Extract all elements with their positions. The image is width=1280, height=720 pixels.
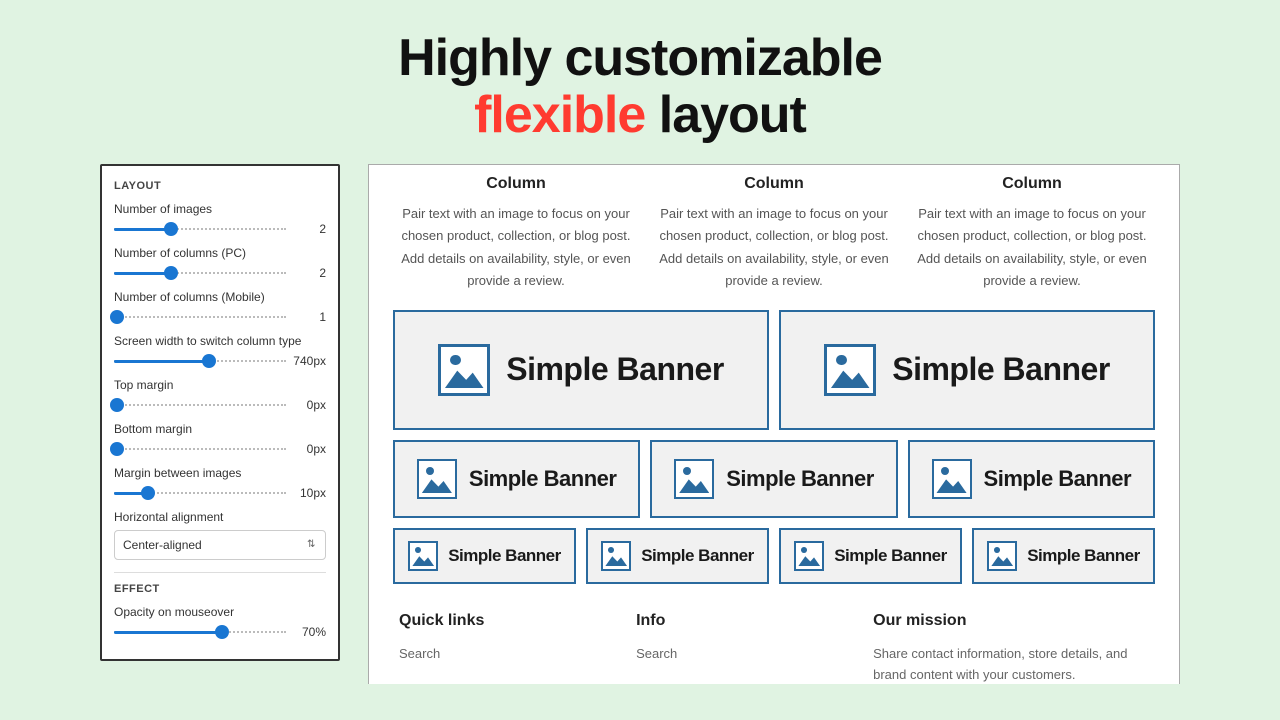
footer-heading: Info xyxy=(636,612,833,630)
banner-label: Simple Banner xyxy=(641,546,754,566)
control-image-margin: Margin between images 10px xyxy=(114,466,326,500)
banner-item[interactable]: Simple Banner xyxy=(393,310,769,430)
banner-grid: Simple Banner Simple Banner Simple Banne… xyxy=(369,292,1179,584)
hero-line1: Highly customizable xyxy=(398,29,882,87)
hero-heading: Highly customizable flexible layout xyxy=(0,30,1280,144)
column-heading: Column xyxy=(651,175,897,193)
column-body: Pair text with an image to focus on your… xyxy=(393,203,639,291)
image-placeholder-icon xyxy=(824,344,876,396)
hero-line2-rest: layout xyxy=(645,86,806,144)
image-placeholder-icon xyxy=(674,459,714,499)
footer-heading: Our mission xyxy=(873,612,1149,630)
value-cols-mobile: 1 xyxy=(292,310,326,324)
slider-num-images[interactable] xyxy=(114,222,286,236)
preview-pane: Column Pair text with an image to focus … xyxy=(368,164,1180,684)
preview-footer: Quick links Search Info Search Our missi… xyxy=(369,594,1179,685)
value-num-images: 2 xyxy=(292,222,326,236)
value-bottom-margin: 0px xyxy=(292,442,326,456)
column-heading: Column xyxy=(393,175,639,193)
hero-accent: flexible xyxy=(474,86,645,144)
preview-column: Column Pair text with an image to focus … xyxy=(651,175,897,291)
label-switch-width: Screen width to switch column type xyxy=(114,334,326,348)
slider-cols-pc[interactable] xyxy=(114,266,286,280)
value-img-margin: 10px xyxy=(292,486,326,500)
banner-label: Simple Banner xyxy=(1027,546,1140,566)
column-body: Pair text with an image to focus on your… xyxy=(651,203,897,291)
hero-title: Highly customizable flexible layout xyxy=(0,0,1280,164)
banner-item[interactable]: Simple Banner xyxy=(779,310,1155,430)
control-number-of-columns-mobile: Number of columns (Mobile) 1 xyxy=(114,290,326,324)
image-placeholder-icon xyxy=(794,541,824,571)
preview-column: Column Pair text with an image to focus … xyxy=(393,175,639,291)
value-opacity: 70% xyxy=(292,625,326,639)
banner-item[interactable]: Simple Banner xyxy=(650,440,897,518)
footer-heading: Quick links xyxy=(399,612,596,630)
banner-item[interactable]: Simple Banner xyxy=(908,440,1155,518)
banner-item[interactable]: Simple Banner xyxy=(586,528,769,584)
control-top-margin: Top margin 0px xyxy=(114,378,326,412)
value-cols-pc: 2 xyxy=(292,266,326,280)
label-cols-mobile: Number of columns (Mobile) xyxy=(114,290,326,304)
section-divider xyxy=(114,572,326,573)
footer-link-search[interactable]: Search xyxy=(399,646,440,661)
control-number-of-columns-pc: Number of columns (PC) 2 xyxy=(114,246,326,280)
banner-label: Simple Banner xyxy=(834,546,947,566)
section-header-layout: LAYOUT xyxy=(114,180,326,192)
label-num-images: Number of images xyxy=(114,202,326,216)
banner-item[interactable]: Simple Banner xyxy=(393,440,640,518)
label-img-margin: Margin between images xyxy=(114,466,326,480)
control-opacity: Opacity on mouseover 70% xyxy=(114,605,326,639)
banner-item[interactable]: Simple Banner xyxy=(972,528,1155,584)
slider-switch-width[interactable] xyxy=(114,354,286,368)
banner-item[interactable]: Simple Banner xyxy=(779,528,962,584)
footer-mission-body: Share contact information, store details… xyxy=(873,644,1149,685)
slider-opacity[interactable] xyxy=(114,625,286,639)
banner-label: Simple Banner xyxy=(892,351,1110,388)
footer-quick-links: Quick links Search xyxy=(399,612,596,685)
control-switch-width: Screen width to switch column type 740px xyxy=(114,334,326,368)
column-body: Pair text with an image to focus on your… xyxy=(909,203,1155,291)
footer-mission: Our mission Share contact information, s… xyxy=(873,612,1149,685)
slider-img-margin[interactable] xyxy=(114,486,286,500)
banner-label: Simple Banner xyxy=(984,466,1132,492)
image-placeholder-icon xyxy=(601,541,631,571)
banner-label: Simple Banner xyxy=(506,351,724,388)
label-bottom-margin: Bottom margin xyxy=(114,422,326,436)
image-placeholder-icon xyxy=(408,541,438,571)
image-placeholder-icon xyxy=(987,541,1017,571)
value-switch-width: 740px xyxy=(292,354,326,368)
section-header-effect: EFFECT xyxy=(114,583,326,595)
image-placeholder-icon xyxy=(417,459,457,499)
banner-label: Simple Banner xyxy=(448,546,561,566)
label-top-margin: Top margin xyxy=(114,378,326,392)
image-placeholder-icon xyxy=(932,459,972,499)
select-value: Center-aligned xyxy=(123,538,202,552)
footer-info: Info Search xyxy=(636,612,833,685)
banner-label: Simple Banner xyxy=(726,466,874,492)
preview-column: Column Pair text with an image to focus … xyxy=(909,175,1155,291)
control-bottom-margin: Bottom margin 0px xyxy=(114,422,326,456)
control-horizontal-alignment: Horizontal alignment Center-aligned ⇅ xyxy=(114,510,326,560)
slider-cols-mobile[interactable] xyxy=(114,310,286,324)
chevron-up-down-icon: ⇅ xyxy=(307,540,317,550)
label-h-align: Horizontal alignment xyxy=(114,510,326,524)
label-opacity: Opacity on mouseover xyxy=(114,605,326,619)
image-placeholder-icon xyxy=(438,344,490,396)
settings-sidebar: LAYOUT Number of images 2 Number of colu… xyxy=(100,164,340,661)
banner-label: Simple Banner xyxy=(469,466,617,492)
slider-top-margin[interactable] xyxy=(114,398,286,412)
select-horizontal-alignment[interactable]: Center-aligned ⇅ xyxy=(114,530,326,560)
banner-item[interactable]: Simple Banner xyxy=(393,528,576,584)
label-cols-pc: Number of columns (PC) xyxy=(114,246,326,260)
footer-link-search[interactable]: Search xyxy=(636,646,677,661)
column-heading: Column xyxy=(909,175,1155,193)
control-number-of-images: Number of images 2 xyxy=(114,202,326,236)
slider-bottom-margin[interactable] xyxy=(114,442,286,456)
value-top-margin: 0px xyxy=(292,398,326,412)
